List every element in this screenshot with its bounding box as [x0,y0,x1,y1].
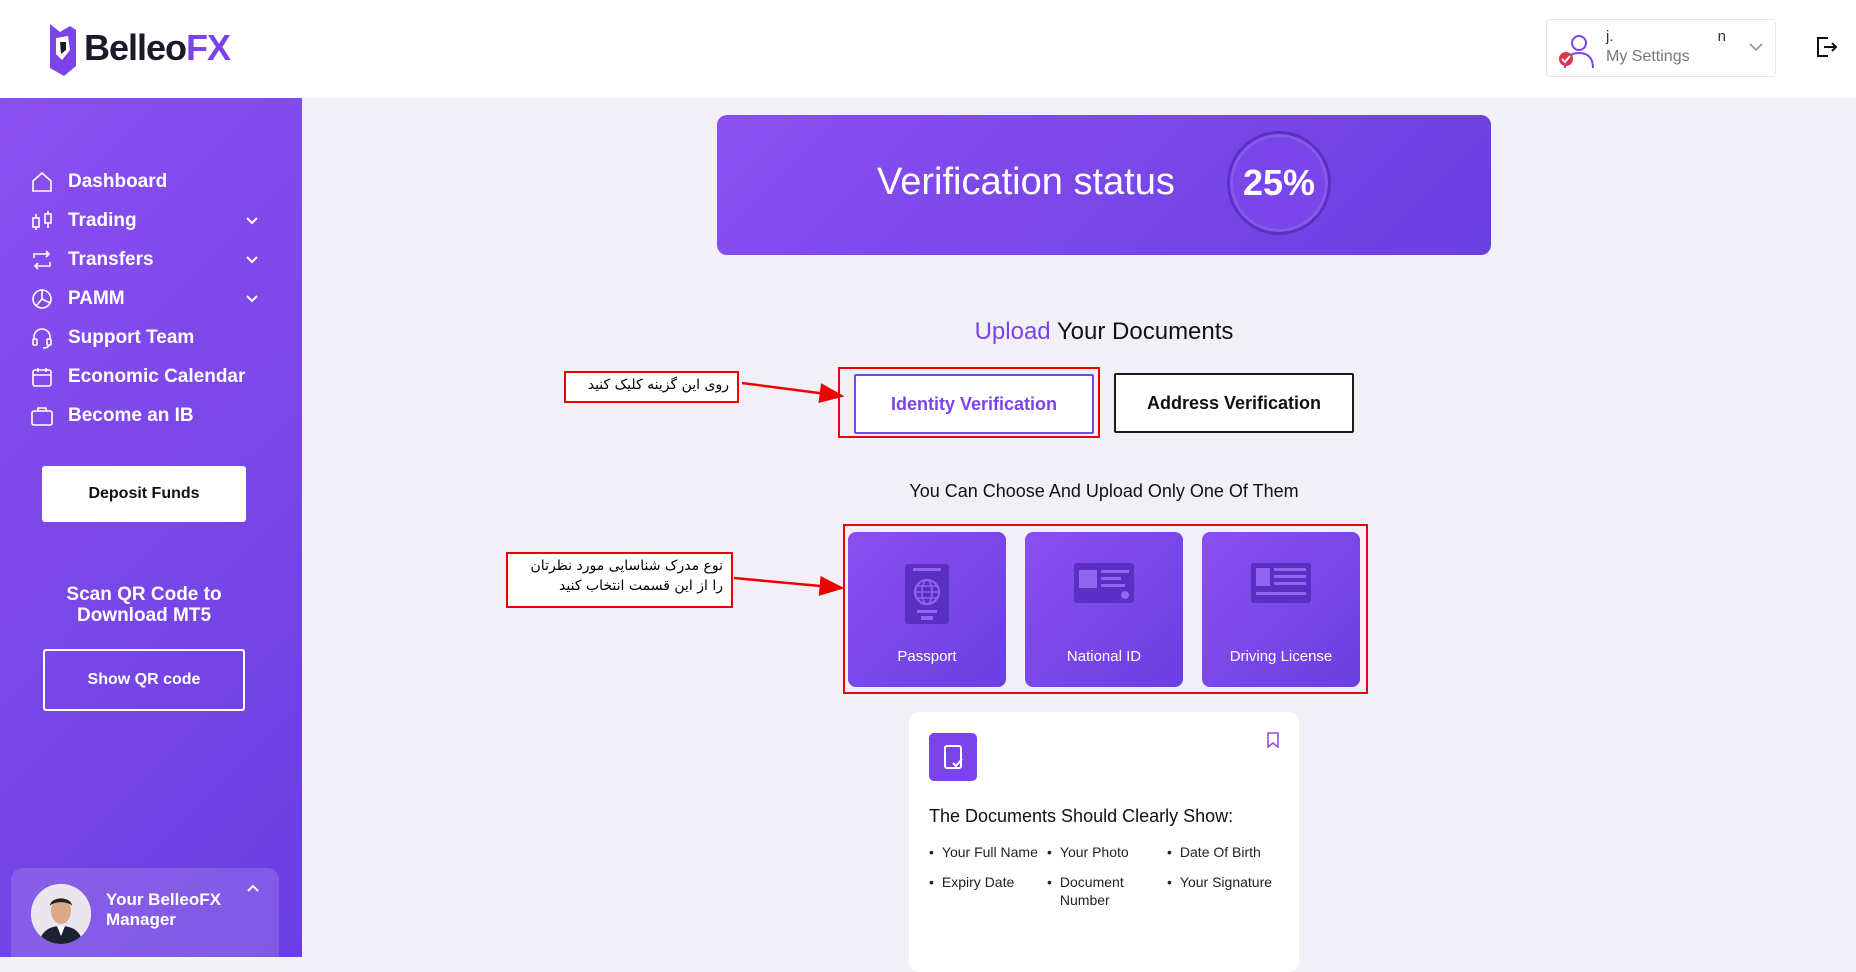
arrow-to-documents [733,575,845,596]
arrow-to-tab [741,381,845,404]
annotation-arrows [733,381,845,596]
